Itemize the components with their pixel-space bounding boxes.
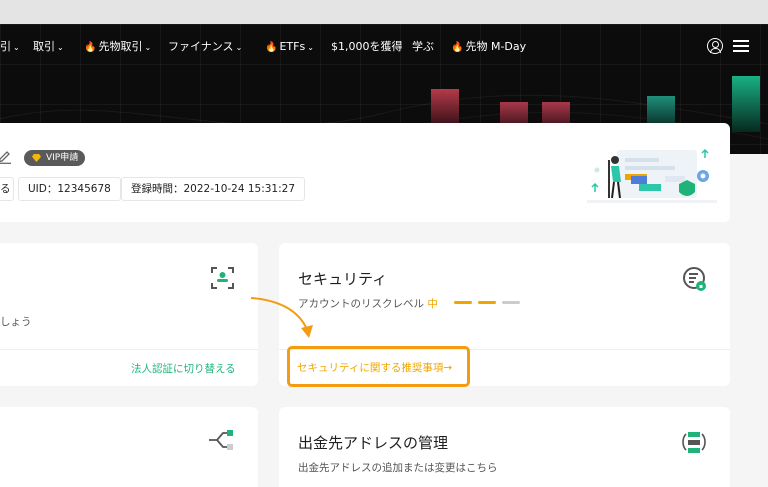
security-list-icon [683, 267, 706, 291]
pointer-arrow [250, 297, 313, 338]
banner-candle-green-2 [732, 76, 760, 132]
nav-item-earn-1000[interactable]: $1,000を獲得 [331, 36, 403, 58]
chip-partial: る [0, 177, 14, 201]
nav-item-trade[interactable]: 取引 ⌄ [33, 36, 64, 58]
nav-item-futures-mday[interactable]: 🔥 先物 M-Day [451, 36, 526, 58]
registration-time-chip: 登録時間：2022-10-24 15:31:27 [121, 177, 306, 201]
top-navigation: 引 ⌄ 取引 ⌄ 🔥 先物取引 ⌄ ファイナンス ⌄ 🔥 ETFs ⌄ $1,000を獲得 学… [0, 36, 768, 58]
security-illustration [587, 148, 717, 203]
withdraw-address-description: 出金先アドレスの追加または変更はこちら [298, 462, 498, 474]
address-book-icon [682, 432, 706, 453]
verification-divider [0, 349, 258, 350]
vip-apply-badge[interactable]: VIP申請 [24, 150, 86, 166]
user-icon[interactable] [707, 38, 723, 54]
risk-level-text: アカウントのリスクレベル 中 [298, 298, 438, 310]
risk-bar-2 [478, 301, 496, 304]
id-scan-icon [211, 267, 234, 289]
nav-item-learn[interactable]: 学ぶ [412, 36, 434, 58]
risk-bar-1 [454, 301, 472, 304]
browser-top-bar [0, 0, 768, 24]
nav-item-partial[interactable]: 引 ⌄ [0, 36, 20, 58]
edit-icon[interactable] [0, 148, 12, 164]
security-title: セキュリティ [298, 270, 388, 288]
switch-to-corporate-link[interactable]: 法人認証に切り替える [131, 361, 236, 376]
uid-chip: UID：12345678 [18, 177, 121, 201]
fire-icon: 🔥 [84, 42, 97, 53]
verification-description: しょう [0, 316, 32, 328]
withdraw-address-title: 出金先アドレスの管理 [298, 434, 449, 452]
nav-item-finance[interactable]: ファイナンス ⌄ [168, 36, 242, 58]
nav-item-etfs[interactable]: 🔥 ETFs ⌄ [265, 36, 314, 58]
security-recommendations-link[interactable]: セキュリティに関する推奨事項→ [297, 360, 452, 375]
fire-icon: 🔥 [451, 42, 464, 53]
branch-icon [209, 430, 233, 450]
risk-bar-3 [502, 301, 520, 304]
fire-icon: 🔥 [265, 42, 278, 53]
menu-icon[interactable] [733, 39, 749, 53]
nav-item-futures[interactable]: 🔥 先物取引 ⌄ [84, 36, 151, 58]
